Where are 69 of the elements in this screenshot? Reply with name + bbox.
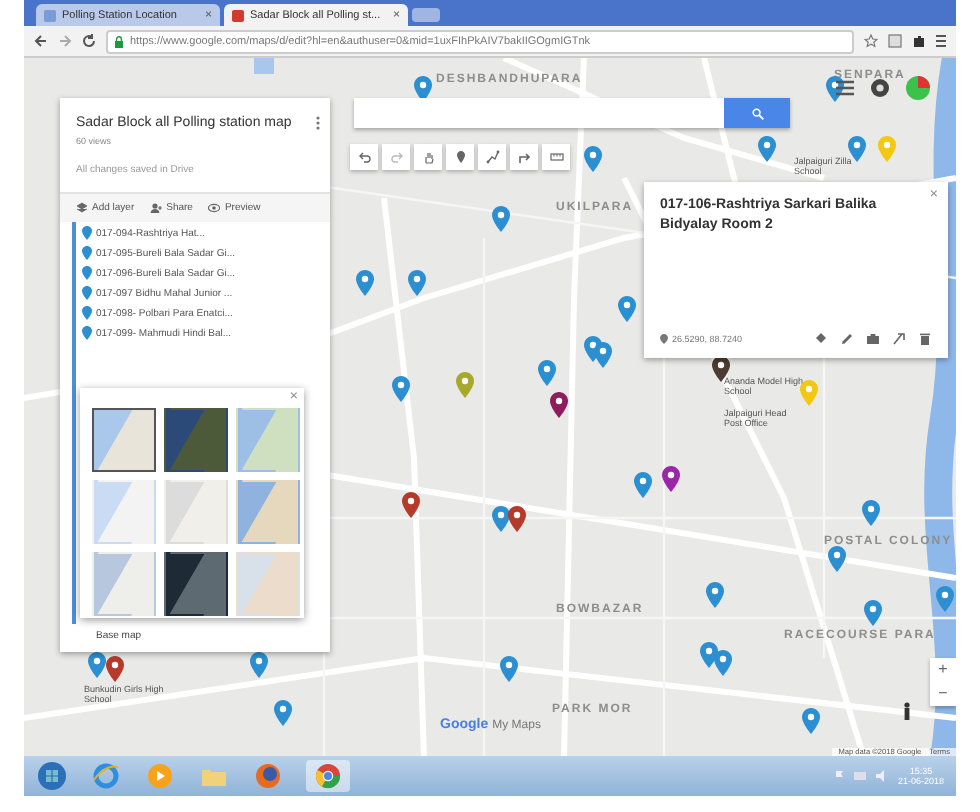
map-pin-icon[interactable] (401, 492, 419, 518)
map-tool-button[interactable] (414, 144, 442, 170)
map-pin-icon[interactable] (661, 466, 679, 492)
map-pin-icon[interactable] (549, 392, 567, 418)
extension-icon[interactable] (888, 34, 902, 48)
map-pin-icon (82, 266, 92, 280)
hand-icon (421, 150, 435, 164)
zoom-out-button[interactable]: − (930, 682, 956, 706)
layers-icon (76, 202, 88, 214)
menu-icon[interactable] (936, 34, 946, 48)
map-tool-button[interactable] (350, 144, 378, 170)
e-logo-icon (92, 762, 120, 790)
map-style-thumbnail[interactable] (236, 552, 300, 616)
taskbar-button[interactable] (90, 760, 122, 792)
taskbar-button[interactable] (252, 760, 284, 792)
map-pin-icon[interactable] (507, 506, 525, 532)
favicon-icon (232, 9, 244, 21)
chrome-icon (314, 762, 342, 790)
map-style-thumbnail[interactable] (92, 408, 156, 472)
favicon-icon (44, 9, 56, 21)
pegman-icon[interactable] (902, 702, 912, 720)
map-pin-icon (82, 326, 92, 340)
ruler-icon (549, 150, 563, 164)
marker-icon (453, 150, 467, 164)
taskbar-button[interactable] (306, 760, 350, 792)
lock-icon (114, 35, 124, 47)
person-add-icon (150, 202, 163, 214)
search-button[interactable] (724, 98, 790, 128)
trash-icon[interactable] (918, 332, 932, 346)
map-style-thumbnail[interactable] (92, 552, 156, 616)
map-pin-icon[interactable] (825, 76, 843, 102)
map-pin-icon (82, 226, 92, 240)
map-style-thumbnail[interactable] (164, 480, 228, 544)
location-pin-icon (660, 334, 668, 344)
list-icon[interactable] (836, 80, 854, 96)
reload-icon[interactable] (82, 34, 96, 48)
map-pin-icon (82, 286, 92, 300)
redo-icon (389, 150, 403, 164)
undo-icon (357, 150, 371, 164)
map-style-thumbnail[interactable] (236, 408, 300, 472)
pencil-icon[interactable] (840, 332, 854, 346)
settings-icon[interactable] (870, 78, 890, 98)
map-tool-button[interactable] (446, 144, 474, 170)
map-tool-button[interactable] (542, 144, 570, 170)
fox-circle-icon (254, 762, 282, 790)
start-orb-icon (38, 762, 66, 790)
start-button[interactable] (36, 760, 68, 792)
map-style-thumbnail[interactable] (236, 480, 300, 544)
camera-icon[interactable] (866, 332, 880, 346)
search-field[interactable] (354, 98, 790, 128)
map-tool-button[interactable] (478, 144, 506, 170)
avatar-icon[interactable] (906, 76, 930, 100)
directions-icon (517, 150, 531, 164)
map-style-thumbnail[interactable] (164, 408, 228, 472)
back-arrow-icon[interactable] (34, 34, 48, 48)
map-style-thumbnail[interactable] (92, 480, 156, 544)
search-icon (751, 107, 763, 119)
taskbar-button[interactable] (144, 760, 176, 792)
map-pin-icon[interactable] (105, 656, 123, 682)
map-pin-icon (82, 306, 92, 320)
star-icon[interactable] (864, 34, 878, 48)
map-tool-button[interactable] (510, 144, 538, 170)
line-icon (485, 150, 499, 164)
zoom-in-button[interactable]: + (930, 658, 956, 682)
map-pin-icon (82, 246, 92, 260)
map-style-thumbnail[interactable] (164, 552, 228, 616)
forward-arrow-icon[interactable] (58, 34, 72, 48)
eye-icon (208, 202, 221, 214)
play-icon (146, 762, 174, 790)
